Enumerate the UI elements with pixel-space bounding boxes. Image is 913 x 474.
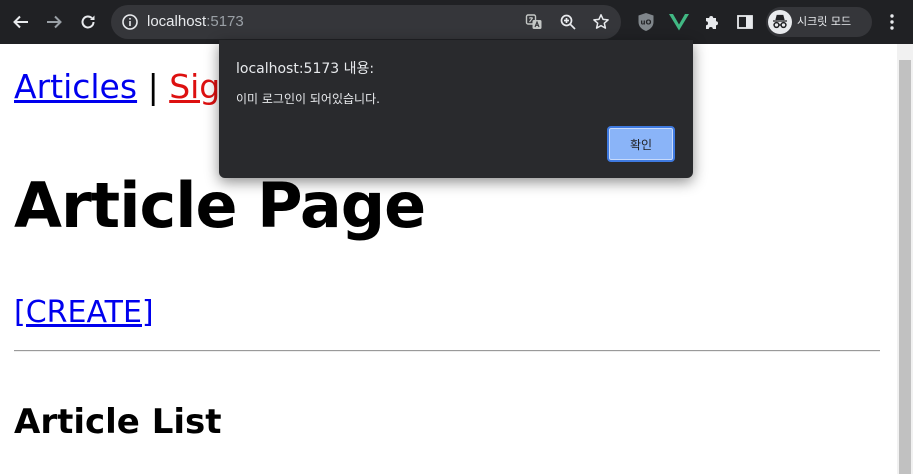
ublock-icon: uO [638, 13, 654, 31]
incognito-icon [773, 14, 787, 29]
side-panel-button[interactable] [734, 11, 756, 33]
side-panel-icon [737, 15, 753, 29]
profile-label: 시크릿 모드 [797, 15, 852, 28]
nav-separator: | [147, 67, 159, 106]
bookmark-button[interactable] [592, 13, 610, 31]
kebab-menu-icon [890, 14, 894, 30]
zoom-button[interactable] [559, 13, 577, 31]
browser-toolbar: localhost:5173 uO 시크릿 모드 [0, 0, 913, 44]
url-port: :5173 [206, 13, 244, 30]
vue-devtools-icon [669, 14, 689, 31]
arrow-left-icon [13, 15, 28, 29]
scrollbar-thumb[interactable] [899, 60, 911, 474]
vue-devtools-extension-button[interactable] [668, 11, 690, 33]
reload-button[interactable] [75, 9, 101, 35]
puzzle-icon [706, 16, 718, 29]
dialog-message: 이미 로그인이 되어있습니다. [236, 92, 380, 106]
translate-icon [525, 14, 542, 29]
url-text[interactable]: localhost:5173 [147, 13, 244, 31]
reload-icon [81, 15, 95, 29]
zoom-icon [560, 14, 576, 30]
svg-text:uO: uO [641, 19, 652, 27]
scrollbar[interactable] [897, 44, 913, 474]
top-nav: Articles | Sign [14, 66, 241, 108]
divider [14, 350, 880, 352]
info-icon[interactable] [121, 13, 139, 31]
arrow-right-icon [47, 15, 62, 29]
articles-link[interactable]: Articles [14, 67, 137, 106]
forward-button[interactable] [41, 9, 67, 35]
browser-menu-button[interactable] [881, 11, 903, 33]
translate-button[interactable] [525, 13, 543, 31]
page-title: Article Page [14, 169, 426, 242]
create-link[interactable]: [CREATE] [14, 294, 154, 332]
alert-dialog: localhost:5173 내용: 이미 로그인이 되어있습니다. 확인 [219, 40, 693, 178]
article-list-heading: Article List [14, 402, 222, 442]
ublock-extension-button[interactable]: uO [635, 11, 657, 33]
dialog-title: localhost:5173 내용: [236, 61, 375, 77]
star-icon [593, 14, 609, 29]
address-bar[interactable]: localhost:5173 [111, 5, 621, 39]
ok-button[interactable]: 확인 [607, 126, 675, 162]
avatar [768, 10, 792, 34]
incognito-profile-button[interactable]: 시크릿 모드 [766, 7, 872, 37]
back-button[interactable] [8, 9, 34, 35]
extensions-button[interactable] [701, 11, 723, 33]
url-host: localhost [147, 13, 207, 30]
